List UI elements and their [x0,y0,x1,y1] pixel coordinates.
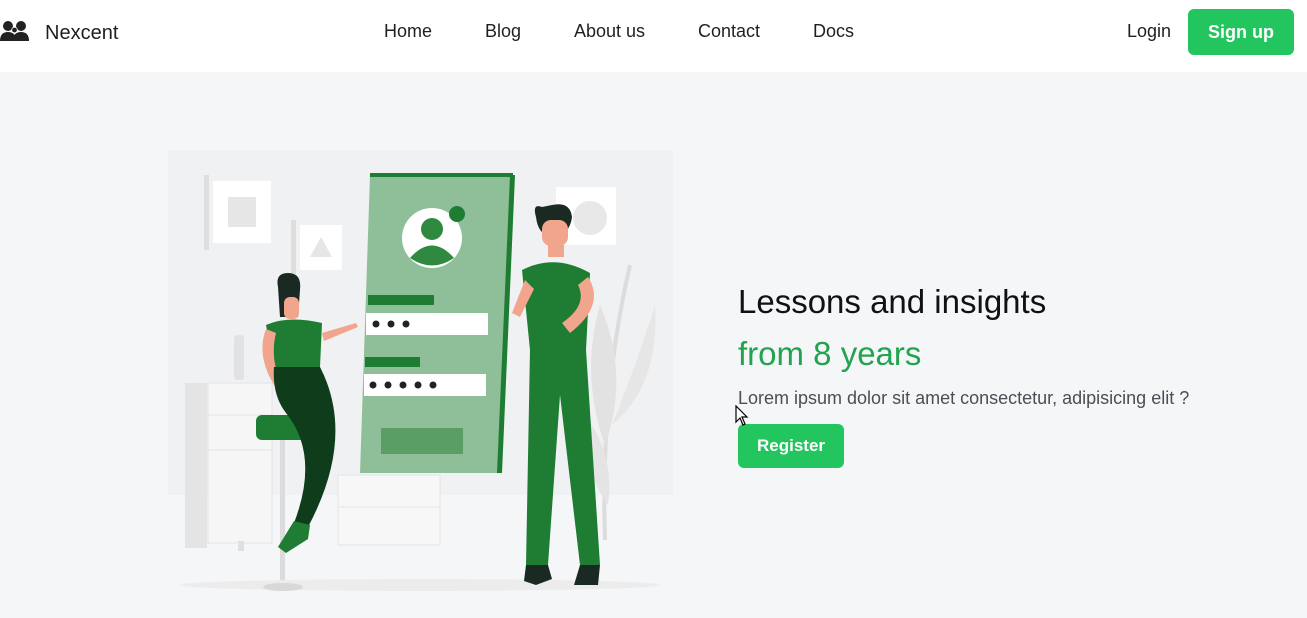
hero-title-line2: from 8 years [738,335,922,372]
mouse-cursor-icon [735,404,749,427]
nav-links: Home Blog About us Contact Docs [0,21,1307,45]
navbar: Nexcent Home Blog About us Contact Docs … [0,0,1307,72]
nav-blog[interactable]: Blog [485,21,521,42]
hero-text: Lessons and insights from 8 years Lorem … [738,282,1189,468]
signup-button[interactable]: Sign up [1188,9,1294,55]
nav-home[interactable]: Home [384,21,432,42]
register-button[interactable]: Register [738,424,844,468]
nav-about-us[interactable]: About us [574,21,645,42]
hero-illustration [160,145,680,595]
nav-contact[interactable]: Contact [698,21,760,42]
hero-description: Lorem ipsum dolor sit amet consectetur, … [738,388,1190,408]
login-link[interactable]: Login [1127,21,1171,42]
nav-docs[interactable]: Docs [813,21,854,42]
hero-title-line1: Lessons and insights [738,283,1047,320]
